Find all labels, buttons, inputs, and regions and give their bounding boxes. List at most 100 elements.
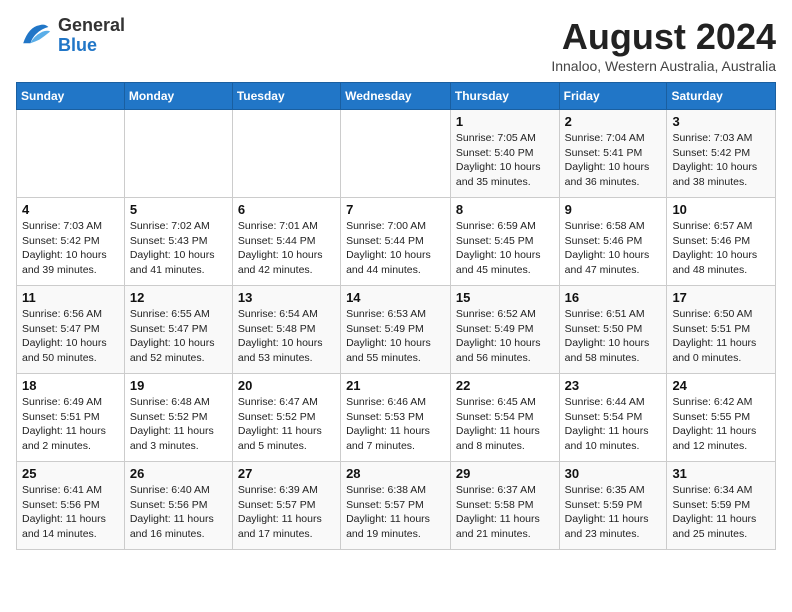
- calendar-cell: 26 Sunrise: 6:40 AMSunset: 5:56 PMDayligh…: [124, 462, 232, 550]
- day-info: Sunrise: 7:03 AMSunset: 5:42 PMDaylight:…: [22, 219, 119, 278]
- day-number: 17: [672, 290, 770, 305]
- calendar-cell: 27Sunrise: 6:39 AMSunset: 5:57 PMDayligh…: [232, 462, 340, 550]
- day-info: Sunrise: 6:40 AMSunset: 5:56 PMDaylight:…: [130, 483, 227, 542]
- day-number: 27: [238, 466, 335, 481]
- day-info: Sunrise: 6:46 AMSunset: 5:53 PMDaylight:…: [346, 395, 445, 454]
- week-row-5: 25 Sunrise: 6:41 AMSunset: 5:56 PMDayligh…: [17, 462, 776, 550]
- calendar-cell: 3 Sunrise: 7:03 AMSunset: 5:42 PMDaylight…: [667, 110, 776, 198]
- day-number: 28: [346, 466, 445, 481]
- day-number: 6: [238, 202, 335, 217]
- day-info: Sunrise: 7:05 AMSunset: 5:40 PMDaylight:…: [456, 131, 554, 190]
- calendar-cell: [341, 110, 451, 198]
- day-number: 18: [22, 378, 119, 393]
- day-number: 5: [130, 202, 227, 217]
- calendar-cell: 18 Sunrise: 6:49 AMSunset: 5:51 PMDayligh…: [17, 374, 125, 462]
- day-number: 9: [565, 202, 662, 217]
- calendar-cell: 19 Sunrise: 6:48 AMSunset: 5:52 PMDayligh…: [124, 374, 232, 462]
- calendar-cell: 29Sunrise: 6:37 AMSunset: 5:58 PMDayligh…: [450, 462, 559, 550]
- day-info: Sunrise: 7:03 AMSunset: 5:42 PMDaylight:…: [672, 131, 770, 190]
- calendar-cell: [17, 110, 125, 198]
- day-info: Sunrise: 6:54 AMSunset: 5:48 PMDaylight:…: [238, 307, 335, 366]
- weekday-header-saturday: Saturday: [667, 83, 776, 110]
- day-number: 25: [22, 466, 119, 481]
- weekday-header-wednesday: Wednesday: [341, 83, 451, 110]
- day-info: Sunrise: 7:04 AMSunset: 5:41 PMDaylight:…: [565, 131, 662, 190]
- day-info: Sunrise: 6:45 AMSunset: 5:54 PMDaylight:…: [456, 395, 554, 454]
- calendar-cell: 7 Sunrise: 7:00 AMSunset: 5:44 PMDaylight…: [341, 198, 451, 286]
- day-info: Sunrise: 6:56 AMSunset: 5:47 PMDaylight:…: [22, 307, 119, 366]
- week-row-3: 11 Sunrise: 6:56 AMSunset: 5:47 PMDayligh…: [17, 286, 776, 374]
- day-number: 3: [672, 114, 770, 129]
- day-number: 11: [22, 290, 119, 305]
- logo-bird-icon: [16, 18, 52, 54]
- weekday-header-sunday: Sunday: [17, 83, 125, 110]
- weekday-header-friday: Friday: [559, 83, 667, 110]
- calendar-cell: 9 Sunrise: 6:58 AMSunset: 5:46 PMDaylight…: [559, 198, 667, 286]
- calendar-cell: 6 Sunrise: 7:01 AMSunset: 5:44 PMDaylight…: [232, 198, 340, 286]
- calendar-cell: 4 Sunrise: 7:03 AMSunset: 5:42 PMDaylight…: [17, 198, 125, 286]
- calendar-cell: 20 Sunrise: 6:47 AMSunset: 5:52 PMDayligh…: [232, 374, 340, 462]
- day-number: 4: [22, 202, 119, 217]
- day-info: Sunrise: 7:00 AMSunset: 5:44 PMDaylight:…: [346, 219, 445, 278]
- day-info: Sunrise: 6:48 AMSunset: 5:52 PMDaylight:…: [130, 395, 227, 454]
- calendar-cell: [124, 110, 232, 198]
- calendar-cell: 5 Sunrise: 7:02 AMSunset: 5:43 PMDaylight…: [124, 198, 232, 286]
- day-number: 2: [565, 114, 662, 129]
- calendar-cell: 12 Sunrise: 6:55 AMSunset: 5:47 PMDayligh…: [124, 286, 232, 374]
- week-row-1: 1 Sunrise: 7:05 AMSunset: 5:40 PMDaylight…: [17, 110, 776, 198]
- day-number: 20: [238, 378, 335, 393]
- day-info: Sunrise: 6:59 AMSunset: 5:45 PMDaylight:…: [456, 219, 554, 278]
- day-info: Sunrise: 6:57 AMSunset: 5:46 PMDaylight:…: [672, 219, 770, 278]
- day-number: 7: [346, 202, 445, 217]
- calendar-cell: 8 Sunrise: 6:59 AMSunset: 5:45 PMDaylight…: [450, 198, 559, 286]
- day-info: Sunrise: 6:42 AMSunset: 5:55 PMDaylight:…: [672, 395, 770, 454]
- day-number: 8: [456, 202, 554, 217]
- day-info: Sunrise: 6:47 AMSunset: 5:52 PMDaylight:…: [238, 395, 335, 454]
- day-info: Sunrise: 6:55 AMSunset: 5:47 PMDaylight:…: [130, 307, 227, 366]
- calendar-cell: 28 Sunrise: 6:38 AMSunset: 5:57 PMDayligh…: [341, 462, 451, 550]
- day-number: 10: [672, 202, 770, 217]
- day-info: Sunrise: 7:01 AMSunset: 5:44 PMDaylight:…: [238, 219, 335, 278]
- day-number: 19: [130, 378, 227, 393]
- day-number: 22: [456, 378, 554, 393]
- day-info: Sunrise: 6:51 AMSunset: 5:50 PMDaylight:…: [565, 307, 662, 366]
- weekday-header-monday: Monday: [124, 83, 232, 110]
- calendar-cell: 24 Sunrise: 6:42 AMSunset: 5:55 PMDayligh…: [667, 374, 776, 462]
- logo-general: General: [58, 16, 125, 36]
- day-number: 16: [565, 290, 662, 305]
- day-info: Sunrise: 6:52 AMSunset: 5:49 PMDaylight:…: [456, 307, 554, 366]
- day-number: 21: [346, 378, 445, 393]
- day-number: 31: [672, 466, 770, 481]
- day-info: Sunrise: 6:49 AMSunset: 5:51 PMDaylight:…: [22, 395, 119, 454]
- logo-text: General Blue: [58, 16, 125, 56]
- weekday-header-thursday: Thursday: [450, 83, 559, 110]
- page-header: General Blue August 2024 Innaloo, Wester…: [16, 16, 776, 74]
- calendar-cell: 1 Sunrise: 7:05 AMSunset: 5:40 PMDaylight…: [450, 110, 559, 198]
- day-number: 24: [672, 378, 770, 393]
- day-number: 26: [130, 466, 227, 481]
- calendar-cell: 25 Sunrise: 6:41 AMSunset: 5:56 PMDayligh…: [17, 462, 125, 550]
- calendar-cell: 13Sunrise: 6:54 AMSunset: 5:48 PMDayligh…: [232, 286, 340, 374]
- calendar-cell: 23Sunrise: 6:44 AMSunset: 5:54 PMDayligh…: [559, 374, 667, 462]
- day-info: Sunrise: 6:35 AMSunset: 5:59 PMDaylight:…: [565, 483, 662, 542]
- day-number: 30: [565, 466, 662, 481]
- week-row-4: 18 Sunrise: 6:49 AMSunset: 5:51 PMDayligh…: [17, 374, 776, 462]
- logo-blue: Blue: [58, 36, 125, 56]
- calendar-cell: 31 Sunrise: 6:34 AMSunset: 5:59 PMDayligh…: [667, 462, 776, 550]
- calendar-cell: 17Sunrise: 6:50 AMSunset: 5:51 PMDayligh…: [667, 286, 776, 374]
- calendar-table: SundayMondayTuesdayWednesdayThursdayFrid…: [16, 82, 776, 550]
- day-number: 15: [456, 290, 554, 305]
- day-info: Sunrise: 7:02 AMSunset: 5:43 PMDaylight:…: [130, 219, 227, 278]
- day-number: 29: [456, 466, 554, 481]
- day-info: Sunrise: 6:58 AMSunset: 5:46 PMDaylight:…: [565, 219, 662, 278]
- day-info: Sunrise: 6:38 AMSunset: 5:57 PMDaylight:…: [346, 483, 445, 542]
- logo: General Blue: [16, 16, 125, 56]
- day-number: 12: [130, 290, 227, 305]
- day-number: 14: [346, 290, 445, 305]
- weekday-header-row: SundayMondayTuesdayWednesdayThursdayFrid…: [17, 83, 776, 110]
- day-number: 1: [456, 114, 554, 129]
- day-info: Sunrise: 6:34 AMSunset: 5:59 PMDaylight:…: [672, 483, 770, 542]
- calendar-cell: 30 Sunrise: 6:35 AMSunset: 5:59 PMDayligh…: [559, 462, 667, 550]
- calendar-cell: 21 Sunrise: 6:46 AMSunset: 5:53 PMDayligh…: [341, 374, 451, 462]
- day-info: Sunrise: 6:41 AMSunset: 5:56 PMDaylight:…: [22, 483, 119, 542]
